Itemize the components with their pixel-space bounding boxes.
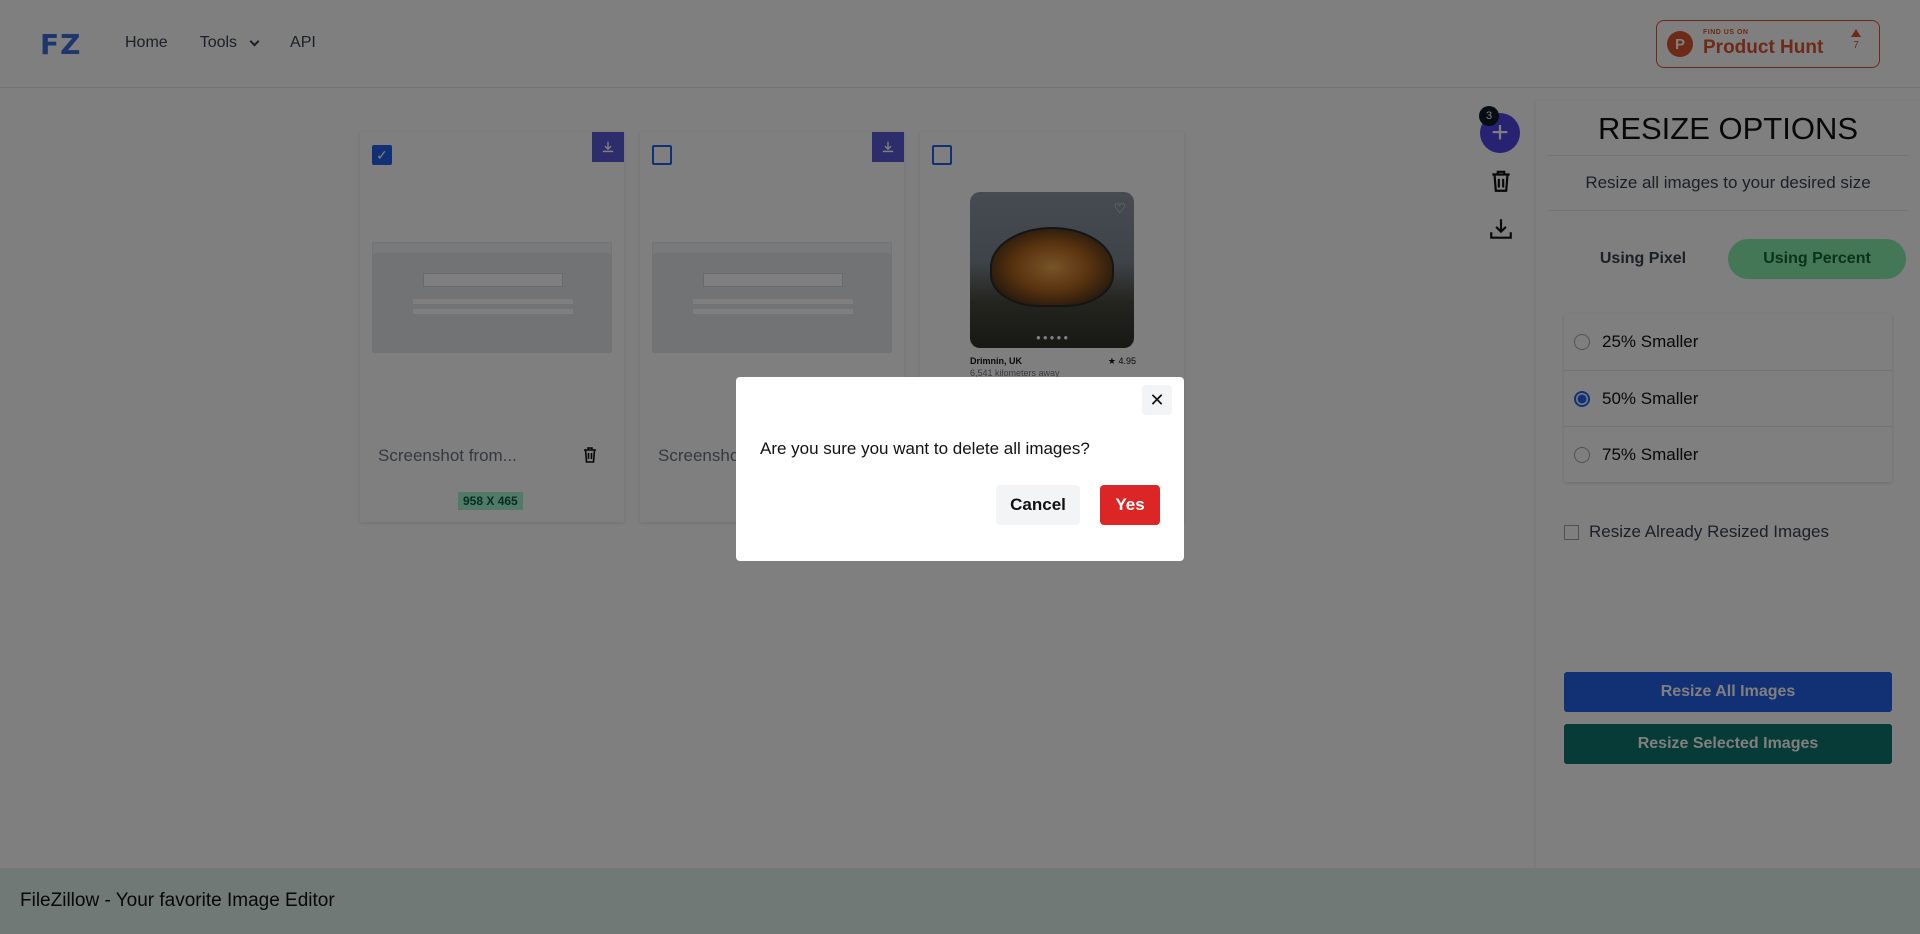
close-dialog-button[interactable]: ✕ (1142, 385, 1172, 415)
close-icon: ✕ (1149, 389, 1165, 410)
yes-button[interactable]: Yes (1100, 485, 1160, 525)
dialog-message: Are you sure you want to delete all imag… (760, 439, 1090, 458)
cancel-button[interactable]: Cancel (996, 485, 1080, 525)
delete-confirm-dialog: ✕ Are you sure you want to delete all im… (736, 377, 1184, 561)
